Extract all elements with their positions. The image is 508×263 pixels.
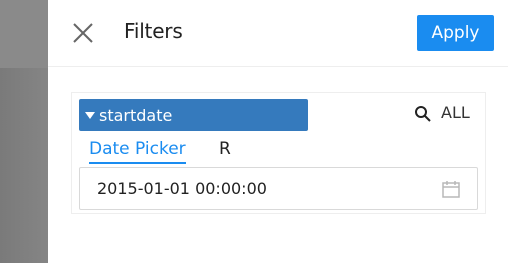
backdrop-overlay[interactable] bbox=[0, 0, 48, 263]
date-value: 2015-01-01 00:00:00 bbox=[97, 179, 267, 198]
tab-r[interactable]: R bbox=[219, 139, 231, 159]
close-button[interactable] bbox=[70, 20, 96, 46]
all-toggle[interactable]: ALL bbox=[441, 103, 470, 122]
close-icon bbox=[73, 23, 93, 43]
tab-date-picker[interactable]: Date Picker bbox=[89, 139, 186, 164]
filters-dialog-stage: Filters Apply startdate ALL Date Picker … bbox=[0, 0, 508, 263]
page-title: Filters bbox=[124, 19, 183, 43]
search-button[interactable] bbox=[414, 105, 432, 123]
field-selector-chip[interactable]: startdate bbox=[79, 99, 308, 131]
apply-button[interactable]: Apply bbox=[417, 15, 494, 51]
caret-down-icon bbox=[85, 112, 95, 119]
filters-panel: Filters Apply startdate ALL Date Picker … bbox=[48, 0, 508, 263]
filter-card: startdate ALL Date Picker R 2015-01-01 0… bbox=[71, 92, 486, 214]
calendar-icon[interactable] bbox=[441, 179, 461, 199]
field-name-label: startdate bbox=[99, 105, 173, 125]
date-input-field[interactable]: 2015-01-01 00:00:00 bbox=[79, 167, 478, 210]
filters-header: Filters Apply bbox=[48, 0, 508, 67]
backdrop-overlay-top bbox=[0, 0, 48, 68]
search-icon bbox=[415, 106, 431, 122]
